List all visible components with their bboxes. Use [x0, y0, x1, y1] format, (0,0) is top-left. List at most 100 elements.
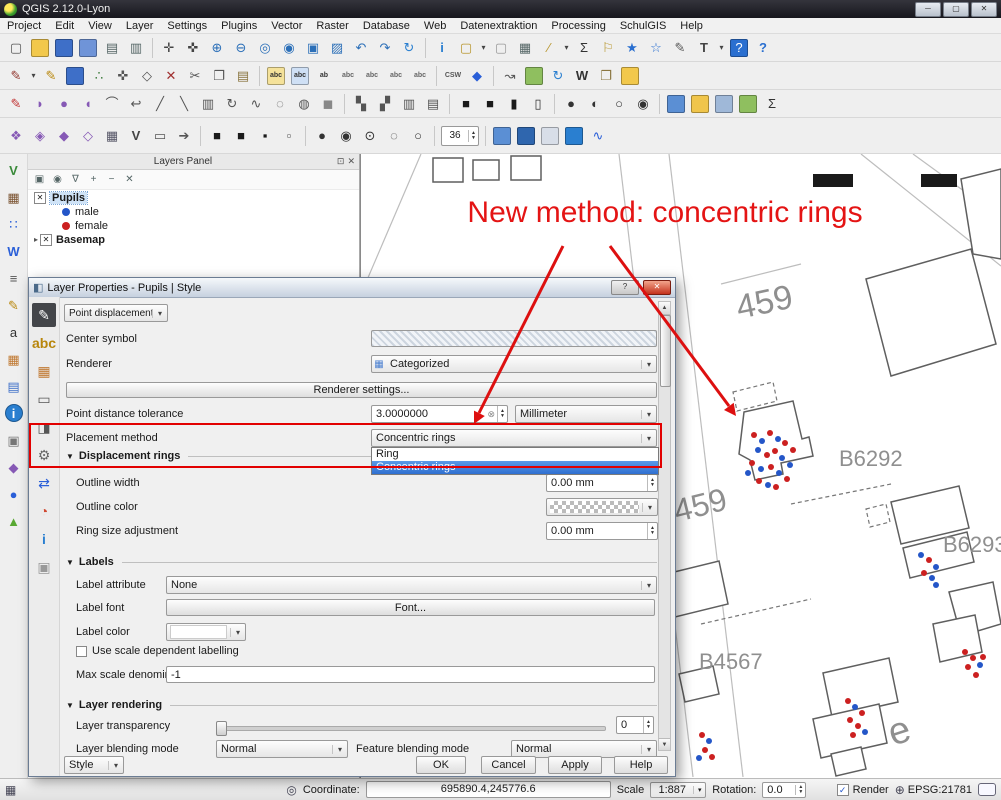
- dialog-help-icon[interactable]: ?: [611, 280, 639, 295]
- add-raster-layer-icon[interactable]: ▦: [3, 186, 25, 208]
- metadata-info-icon[interactable]: i: [5, 404, 23, 422]
- ring-size-spinbox[interactable]: 0.00 mm ▲▼: [546, 522, 658, 540]
- pan-map-icon[interactable]: ✜: [182, 37, 204, 59]
- save-as-icon[interactable]: [79, 39, 97, 57]
- processing-toolbox-icon[interactable]: [667, 95, 685, 113]
- layer-checkbox-icon[interactable]: ✕: [40, 234, 52, 246]
- menu-view[interactable]: View: [81, 19, 119, 33]
- tab-joins[interactable]: ⇄: [32, 471, 56, 495]
- rotate-feature-icon[interactable]: ↻: [221, 93, 243, 115]
- advanced-digitizing-icon[interactable]: ✎: [5, 93, 27, 115]
- move-feature-icon[interactable]: ✜: [112, 65, 134, 87]
- collapse-all-icon[interactable]: −: [104, 172, 119, 187]
- add-feature-icon[interactable]: ∴: [88, 65, 110, 87]
- v-tool-icon[interactable]: V: [125, 125, 147, 147]
- open-attribute-table-icon[interactable]: ▦: [514, 37, 536, 59]
- outline-width-spinbox[interactable]: 0.00 mm ▲▼: [546, 474, 658, 492]
- statistical-summary-icon[interactable]: Σ: [573, 37, 595, 59]
- green-plugin-icon[interactable]: ▲: [3, 510, 25, 532]
- tile-layer-icon[interactable]: [541, 127, 559, 145]
- dialog-close-icon[interactable]: ✕: [643, 280, 671, 295]
- toggle-editing-icon[interactable]: ✎: [40, 65, 62, 87]
- help-button[interactable]: Help: [614, 756, 668, 774]
- tab-labels[interactable]: abc: [32, 331, 56, 355]
- text-annotation-icon[interactable]: T: [693, 37, 715, 59]
- manage-visibility-icon[interactable]: ◉: [50, 172, 65, 187]
- new-composer-icon[interactable]: ▤: [101, 37, 123, 59]
- menu-vector[interactable]: Vector: [264, 19, 309, 33]
- menu-schulgis[interactable]: SchulGIS: [613, 19, 673, 33]
- scale-combobox[interactable]: 1:887 ▾: [650, 782, 706, 798]
- raster-histogram-icon[interactable]: ▤: [422, 93, 444, 115]
- simplify-feature-icon[interactable]: ∿: [245, 93, 267, 115]
- ok-button[interactable]: OK: [416, 756, 466, 774]
- label-abc-1-icon[interactable]: abc: [337, 65, 359, 87]
- layer-checkbox-icon[interactable]: ✕: [34, 192, 46, 204]
- add-wms-layer-icon[interactable]: W: [3, 240, 25, 262]
- union-icon[interactable]: ◇: [77, 125, 99, 147]
- clear-icon[interactable]: ⊗: [486, 409, 498, 420]
- expand-all-icon[interactable]: +: [86, 172, 101, 187]
- spin-arrows[interactable]: ▲▼: [643, 717, 653, 733]
- select-features-icon[interactable]: ▢: [455, 37, 477, 59]
- tab-style[interactable]: ✎: [32, 303, 56, 327]
- layer-item-basemap[interactable]: ▸ ✕ Basemap: [28, 233, 359, 246]
- raster-calculator-icon[interactable]: [715, 95, 733, 113]
- add-group-icon[interactable]: ▣: [32, 172, 47, 187]
- gps-tracking-icon[interactable]: ∿: [587, 125, 609, 147]
- menu-web[interactable]: Web: [417, 19, 453, 33]
- select-dropdown-icon[interactable]: ▾: [479, 37, 488, 59]
- python-console-icon[interactable]: [691, 95, 709, 113]
- scroll-up-icon[interactable]: ▲: [659, 302, 670, 315]
- reshape-icon[interactable]: ↩: [125, 93, 147, 115]
- transparency-slider[interactable]: [216, 719, 606, 735]
- fill-ring-icon[interactable]: ◼: [317, 93, 339, 115]
- dialog-titlebar[interactable]: ◧ Layer Properties - Pupils | Style ? ✕: [29, 278, 675, 298]
- new-project-icon[interactable]: ▢: [5, 37, 27, 59]
- label-abc-3-icon[interactable]: abc: [385, 65, 407, 87]
- cad-tools-icon[interactable]: ◗: [29, 93, 51, 115]
- label-font-button[interactable]: Font...: [166, 599, 655, 616]
- dropdown-option-ring[interactable]: Ring: [372, 448, 658, 461]
- menu-processing[interactable]: Processing: [544, 19, 612, 33]
- add-postgis-layer-icon[interactable]: ∷: [3, 213, 25, 235]
- label-ab-icon[interactable]: ab: [313, 65, 335, 87]
- labels-section[interactable]: ▼ Labels: [66, 556, 657, 568]
- new-shapefile-icon[interactable]: ✎: [3, 294, 25, 316]
- float-panel-icon[interactable]: ⊡: [337, 156, 345, 167]
- marker-circle-5-icon[interactable]: ○: [407, 125, 429, 147]
- wms-icon[interactable]: W: [571, 65, 593, 87]
- apply-button[interactable]: Apply: [548, 756, 602, 774]
- label-abc-2-icon[interactable]: abc: [361, 65, 383, 87]
- georeferencer-icon[interactable]: [739, 95, 757, 113]
- layer-item-pupils[interactable]: ✕ Pupils: [28, 191, 359, 204]
- layer-label[interactable]: Pupils: [50, 192, 87, 204]
- keyboard-icon[interactable]: ▦: [5, 783, 16, 797]
- layer-blending-combobox[interactable]: Normal ▾: [216, 740, 348, 758]
- zoom-layer-icon[interactable]: ▨: [326, 37, 348, 59]
- slider-handle[interactable]: [216, 721, 227, 736]
- renderer-settings-button[interactable]: Renderer settings...: [66, 382, 657, 398]
- annotation-icon[interactable]: ✎: [669, 37, 691, 59]
- square-filled-1-icon[interactable]: ■: [455, 93, 477, 115]
- buffer-icon[interactable]: ◈: [29, 125, 51, 147]
- remove-layer-icon[interactable]: ✕: [122, 172, 137, 187]
- marker-square-outline-icon[interactable]: ▫: [278, 125, 300, 147]
- sync-icon[interactable]: ↻: [547, 65, 569, 87]
- vector-grid-icon[interactable]: ▦: [101, 125, 123, 147]
- checkerboard-alt-icon[interactable]: ▞: [374, 93, 396, 115]
- deselect-icon[interactable]: ▢: [490, 37, 512, 59]
- zoom-native-icon[interactable]: ◎: [254, 37, 276, 59]
- add-delimited-text-icon[interactable]: ≡: [3, 267, 25, 289]
- label-abc-rect-icon[interactable]: abc: [291, 67, 309, 85]
- dropdown-option-concentric-rings[interactable]: Concentric rings: [372, 461, 658, 474]
- scroll-down-icon[interactable]: ▼: [659, 738, 670, 750]
- tab-diagrams[interactable]: ◔: [32, 499, 56, 523]
- label-abc-filled-icon[interactable]: abc: [267, 67, 285, 85]
- label-attribute-combobox[interactable]: None ▾: [166, 576, 657, 594]
- folder-icon[interactable]: [621, 67, 639, 85]
- copy-style-icon[interactable]: ❐: [595, 65, 617, 87]
- zoom-out-icon[interactable]: ⊖: [230, 37, 252, 59]
- close-panel-icon[interactable]: ✕: [347, 156, 355, 167]
- minimize-icon[interactable]: ─: [915, 2, 941, 17]
